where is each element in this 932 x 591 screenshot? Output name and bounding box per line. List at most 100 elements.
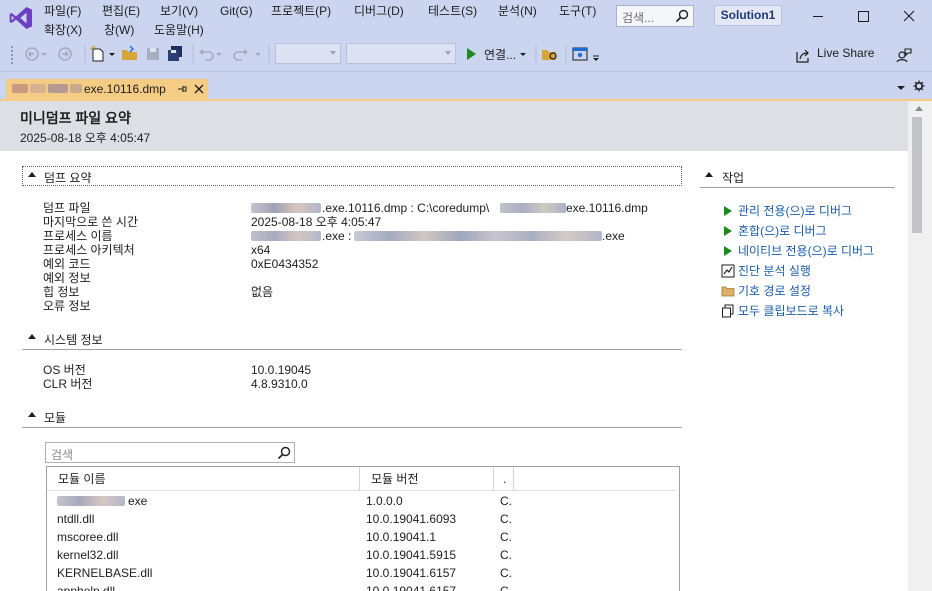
solution-configuration-select[interactable] <box>275 43 341 64</box>
debug-mixed-link[interactable]: 혼합(으)로 디버그 <box>720 222 900 240</box>
summary-header: 미니덤프 파일 요약 2025-08-18 오후 4:05:47 <box>0 101 908 151</box>
redacted-filename-blur <box>48 84 68 93</box>
column-header-module-name[interactable]: 모듈 이름 <box>47 467 360 491</box>
module-path: C. <box>500 512 512 526</box>
attach-button-label[interactable]: 연결... <box>484 46 516 63</box>
dump-summary-section-header[interactable] <box>22 166 682 186</box>
solution-name-badge[interactable]: Solution1 <box>714 5 782 26</box>
minimize-icon[interactable] <box>808 6 828 26</box>
process-name-label: 프로세스 이름 <box>43 229 113 243</box>
run-diagnostic-analysis-link[interactable]: 진단 분석 실행 <box>720 262 900 280</box>
new-project-icon[interactable] <box>89 44 107 64</box>
module-path: C. <box>500 530 512 544</box>
feedback-icon[interactable] <box>895 45 913 65</box>
search-input[interactable]: 검색... <box>616 5 694 27</box>
find-in-files-icon[interactable] <box>541 44 559 64</box>
module-name: exe <box>128 494 148 508</box>
system-info-title: 시스템 정보 <box>44 333 103 347</box>
module-search-input[interactable]: 검색 <box>45 442 295 463</box>
redacted-filename-blur <box>70 84 82 93</box>
menu-file[interactable]: 파일(F) <box>44 2 81 20</box>
menu-git[interactable]: Git(G) <box>220 2 253 20</box>
start-debugging-icon[interactable] <box>464 44 478 64</box>
new-project-dropdown-icon[interactable] <box>108 44 116 64</box>
scroll-up-icon[interactable] <box>915 106 923 111</box>
close-icon[interactable] <box>899 6 919 26</box>
collapse-caret-icon[interactable] <box>28 412 36 417</box>
table-row[interactable]: mscoree.dll 10.0.19041.1 C. <box>47 528 679 546</box>
redo-dropdown-icon[interactable] <box>254 44 262 64</box>
redacted-filename-blur <box>30 84 46 93</box>
copy-all-to-clipboard-link[interactable]: 모두 클립보드로 복사 <box>720 302 900 320</box>
table-row[interactable]: KERNELBASE.dll 10.0.19041.6157 C. <box>47 564 679 582</box>
play-icon <box>724 206 732 216</box>
module-version: 10.0.19041.6157 <box>366 584 457 591</box>
toolbar-separator-icon-3 <box>268 45 270 63</box>
table-row[interactable]: exe 1.0.0.0 C. <box>47 492 679 510</box>
tab-settings-gear-icon[interactable] <box>913 80 925 92</box>
maximize-icon[interactable] <box>853 6 873 26</box>
dump-file-value-suffix: exe.10116.dmp <box>566 201 648 215</box>
attach-dropdown-icon[interactable] <box>519 44 527 64</box>
table-row[interactable]: kernel32.dll 10.0.19041.5915 C. <box>47 546 679 564</box>
debug-managed-only-link[interactable]: 관리 전용(으)로 디버그 <box>720 202 900 220</box>
back-dropdown-icon[interactable] <box>40 44 48 64</box>
menu-project[interactable]: 프로젝트(P) <box>271 2 331 20</box>
collapse-caret-icon[interactable] <box>28 334 36 339</box>
chevron-down-icon <box>330 51 336 55</box>
action-label: 기호 경로 설정 <box>738 284 811 298</box>
redacted-filename-blur <box>12 84 28 93</box>
toolbar-overflow-icon[interactable] <box>592 44 600 64</box>
table-row[interactable]: apphelp.dll 10.0.19041.6157 C. <box>47 582 679 591</box>
debug-native-only-link[interactable]: 네이티브 전용(으)로 디버그 <box>720 242 900 260</box>
redacted-module-name-blur <box>57 496 125 506</box>
scrollbar-thumb[interactable] <box>912 117 922 233</box>
vertical-scrollbar[interactable] <box>908 101 932 591</box>
module-path: C. <box>500 494 512 508</box>
undo-icon[interactable] <box>197 44 215 64</box>
solution-platform-select[interactable] <box>346 43 456 64</box>
open-folder-icon[interactable] <box>121 44 139 64</box>
menu-analyze[interactable]: 분석(N) <box>498 2 537 20</box>
save-all-icon[interactable] <box>166 44 184 64</box>
collapse-caret-icon[interactable] <box>705 172 713 177</box>
menu-edit[interactable]: 편집(E) <box>102 2 140 20</box>
process-architecture-label: 프로세스 아키텍처 <box>43 243 135 257</box>
module-path: C. <box>500 566 512 580</box>
menu-test[interactable]: 테스트(S) <box>428 2 477 20</box>
column-header-module-version[interactable]: 모듈 버전 <box>360 467 494 491</box>
toolbar-separator-icon-4 <box>535 45 537 63</box>
window-screenshot-icon[interactable] <box>571 44 589 64</box>
redacted-value-blur <box>251 231 321 241</box>
play-icon <box>724 246 732 256</box>
menu-help[interactable]: 도움말(H) <box>154 21 204 39</box>
module-path: C. <box>500 548 512 562</box>
tab-dump-file[interactable]: exe.10116.dmp <box>6 79 208 99</box>
menu-tools[interactable]: 도구(T) <box>559 2 596 20</box>
undo-dropdown-icon[interactable] <box>215 44 223 64</box>
navigate-back-icon[interactable] <box>24 44 40 64</box>
set-symbol-paths-link[interactable]: 기호 경로 설정 <box>720 282 900 300</box>
live-share-icon <box>796 49 809 63</box>
menu-extensions[interactable]: 확장(X) <box>44 21 82 39</box>
table-row[interactable]: ntdll.dll 10.0.19041.6093 C. <box>47 510 679 528</box>
tab-list-dropdown-icon[interactable] <box>896 84 906 92</box>
menu-window[interactable]: 창(W) <box>104 21 134 39</box>
column-header-module-path[interactable]: . <box>494 467 514 491</box>
navigate-forward-icon[interactable] <box>57 44 73 64</box>
menu-view[interactable]: 보기(V) <box>160 2 198 20</box>
redo-icon[interactable] <box>232 44 250 64</box>
collapse-caret-icon[interactable] <box>28 172 36 177</box>
live-share-button[interactable]: Live Share <box>817 46 874 60</box>
page-title: 미니덤프 파일 요약 <box>20 110 131 126</box>
document-tab-strip: exe.10116.dmp <box>0 72 932 99</box>
last-write-time-value: 2025-08-18 오후 4:05:47 <box>251 215 382 229</box>
save-icon[interactable] <box>145 44 161 64</box>
close-tab-icon[interactable] <box>193 83 205 95</box>
pin-icon[interactable] <box>176 83 188 95</box>
action-label: 모두 클립보드로 복사 <box>738 304 845 318</box>
menu-debug[interactable]: 디버그(D) <box>354 2 404 20</box>
exception-code-value: 0xE0434352 <box>251 257 319 271</box>
module-name: kernel32.dll <box>57 548 119 562</box>
exception-info-label: 예외 정보 <box>43 271 91 285</box>
